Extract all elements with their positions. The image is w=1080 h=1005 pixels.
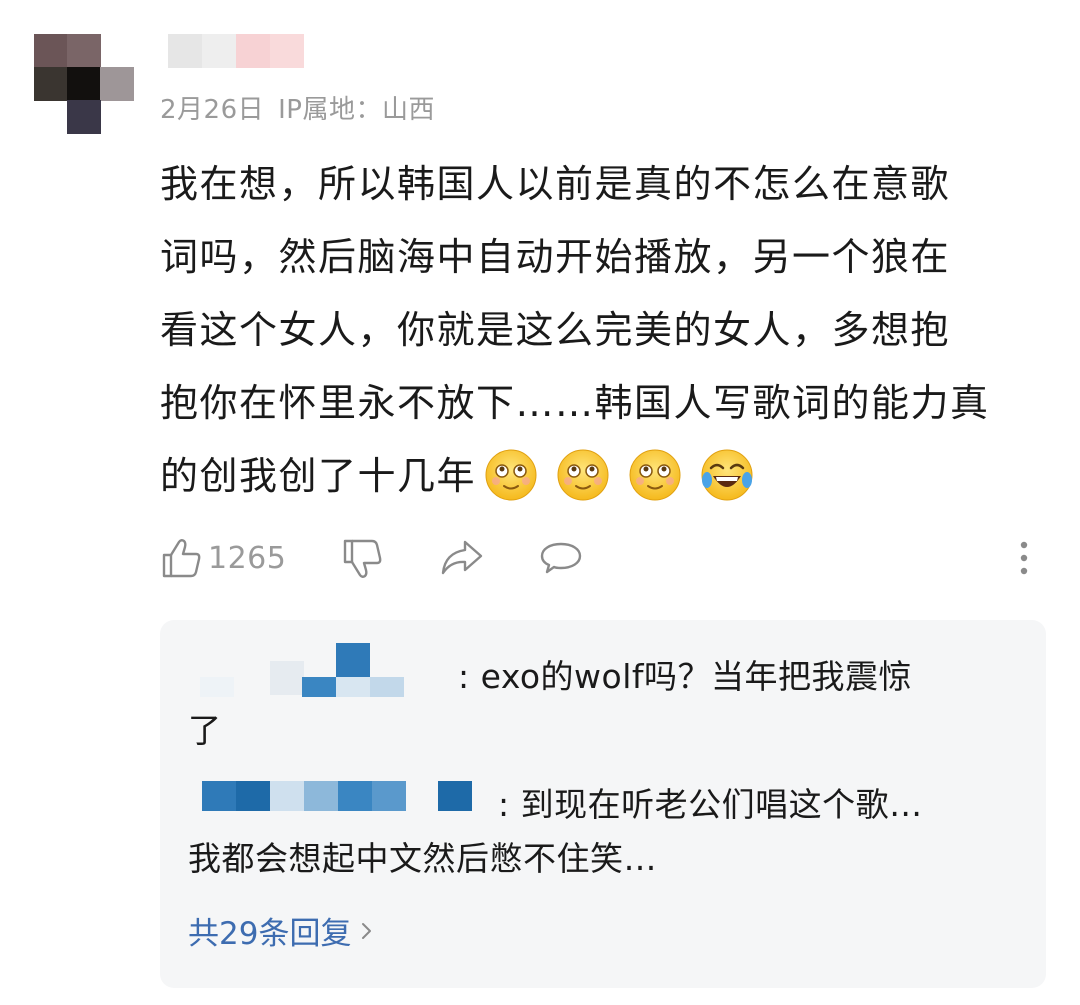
more-vertical-icon: [1020, 541, 1028, 575]
thumbs-down-icon: [343, 539, 382, 578]
reply-count-label: 共29条回复: [188, 916, 352, 952]
emoji-row: [484, 448, 754, 502]
comment-line: 我在想，所以韩国人以前是真的不怎么在意歌: [160, 162, 951, 206]
comment-ip-location: IP属地：山西: [278, 95, 435, 125]
comment-line: 的创我创了十几年: [160, 454, 477, 498]
reply-text-continued: 我都会想起中文然后憋不住笑…: [188, 838, 657, 878]
tears-of-joy-icon: [701, 449, 753, 500]
comment-line: 看这个女人，你就是这么完美的女人，多想抱: [160, 308, 951, 352]
comment-text: 我在想，所以韩国人以前是真的不怎么在意歌 词吗，然后脑海中自动开始播放，另一个狼…: [160, 148, 1035, 513]
reply-text-continued: 了: [188, 710, 222, 750]
reply-item[interactable]: : 到现在听老公们唱这个歌… 我都会想起中文然后憋不住笑…: [188, 779, 1008, 885]
comment-icon: [540, 542, 582, 574]
comment-meta: 2月26日 IP属地：山西: [160, 89, 435, 126]
comment-line-last: 的创我创了十几年: [160, 440, 1035, 513]
share-button[interactable]: [439, 533, 485, 583]
reply-username-redacted[interactable]: [188, 642, 458, 705]
chevron-right-icon: [362, 922, 372, 939]
dislike-button[interactable]: [342, 533, 386, 583]
share-icon: [441, 540, 483, 575]
reply-text: : exo的wolf吗？当年把我震惊: [458, 657, 913, 696]
view-all-replies-link[interactable]: 共29条回复: [188, 908, 375, 953]
reply-text: : 到现在听老公们唱这个歌…: [498, 785, 923, 824]
relieved-face-icon: [629, 449, 681, 500]
reply-button[interactable]: [538, 533, 584, 583]
like-button[interactable]: 1265: [160, 533, 286, 583]
user-avatar[interactable]: [34, 34, 134, 134]
reply-username-redacted[interactable]: [188, 780, 498, 833]
relieved-face-icon: [557, 449, 609, 500]
thumbs-up-icon: [162, 539, 201, 578]
comment-line: 抱你在怀里永不放下……韩国人写歌词的能力真: [160, 381, 990, 425]
more-options-button[interactable]: [1012, 533, 1036, 583]
comment-date: 2月26日: [160, 95, 265, 125]
like-count: 1265: [208, 540, 287, 576]
relieved-face-icon: [485, 449, 537, 500]
username-redacted[interactable]: [168, 34, 304, 68]
comment-action-bar: 1265: [160, 533, 1040, 583]
comment-line: 词吗，然后脑海中自动开始播放，另一个狼在: [160, 235, 951, 279]
reply-item[interactable]: : exo的wolf吗？当年把我震惊 了: [188, 642, 1008, 757]
